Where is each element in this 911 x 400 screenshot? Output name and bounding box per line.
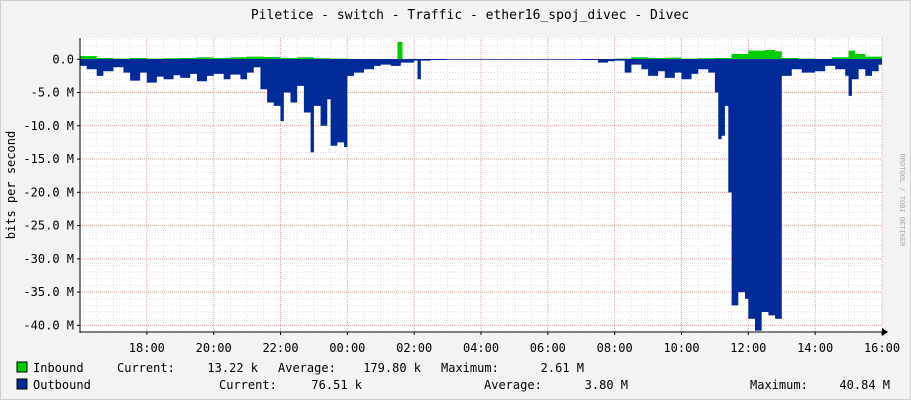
inbound-maximum-value: 2.61 M — [541, 361, 584, 375]
y-tick-label: -10.0 M — [23, 119, 74, 133]
y-axis-label: bits per second — [4, 131, 18, 239]
y-tick-label: -15.0 M — [23, 152, 74, 166]
inbound-current-label: Current: — [117, 361, 175, 375]
y-tick-label: -35.0 M — [23, 285, 74, 299]
x-tick-label: 14:00 — [797, 341, 833, 355]
inbound-maximum-label: Maximum: — [441, 361, 499, 375]
x-tick-label: 02:00 — [396, 341, 432, 355]
x-tick-label: 20:00 — [196, 341, 232, 355]
outbound-maximum-value: 40.84 M — [839, 378, 890, 392]
inbound-swatch — [16, 361, 28, 373]
y-tick-labels: 0.0 -5.0 M -10.0 M -15.0 M -20.0 M -25.0 M -30… — [23, 52, 80, 332]
rrdtool-watermark: RRDTOOL / TOBI OETIKER — [898, 154, 906, 248]
y-tick-label: -25.0 M — [23, 219, 74, 233]
inbound-average-label: Average: — [278, 361, 336, 375]
x-tick-label: 12:00 — [730, 341, 766, 355]
x-tick-label: 06:00 — [530, 341, 566, 355]
outbound-label: Outbound — [33, 378, 91, 392]
inbound-current-value: 13.22 k — [207, 361, 258, 375]
x-tick-label: 08:00 — [597, 341, 633, 355]
y-tick-label: -30.0 M — [23, 252, 74, 266]
inbound-label: Inbound — [33, 361, 84, 375]
outbound-current-label: Current: — [219, 378, 277, 392]
y-tick-label: 0.0 — [52, 52, 74, 66]
outbound-current-value: 76.51 k — [311, 378, 362, 392]
inbound-average-value: 179.80 k — [363, 361, 422, 375]
traffic-graph: 18:00 20:00 22:00 00:00 02:00 04:00 06:00 08:00… — [0, 0, 911, 400]
y-tick-label: -20.0 M — [23, 185, 74, 199]
x-tick-label: 00:00 — [329, 341, 365, 355]
x-tick-label: 04:00 — [463, 341, 499, 355]
y-tick-label: -5.0 M — [31, 86, 74, 100]
x-tick-label: 22:00 — [262, 341, 298, 355]
outbound-swatch — [16, 378, 28, 390]
outbound-maximum-label: Maximum: — [750, 378, 808, 392]
x-tick-label: 16:00 — [864, 341, 900, 355]
y-tick-label: -40.0 M — [23, 318, 74, 332]
chart-title: Piletice - switch - Traffic - ether16_sp… — [251, 8, 689, 23]
x-tick-label: 18:00 — [129, 341, 165, 355]
x-tick-label: 10:00 — [663, 341, 699, 355]
outbound-average-value: 3.80 M — [585, 378, 628, 392]
outbound-average-label: Average: — [484, 378, 542, 392]
